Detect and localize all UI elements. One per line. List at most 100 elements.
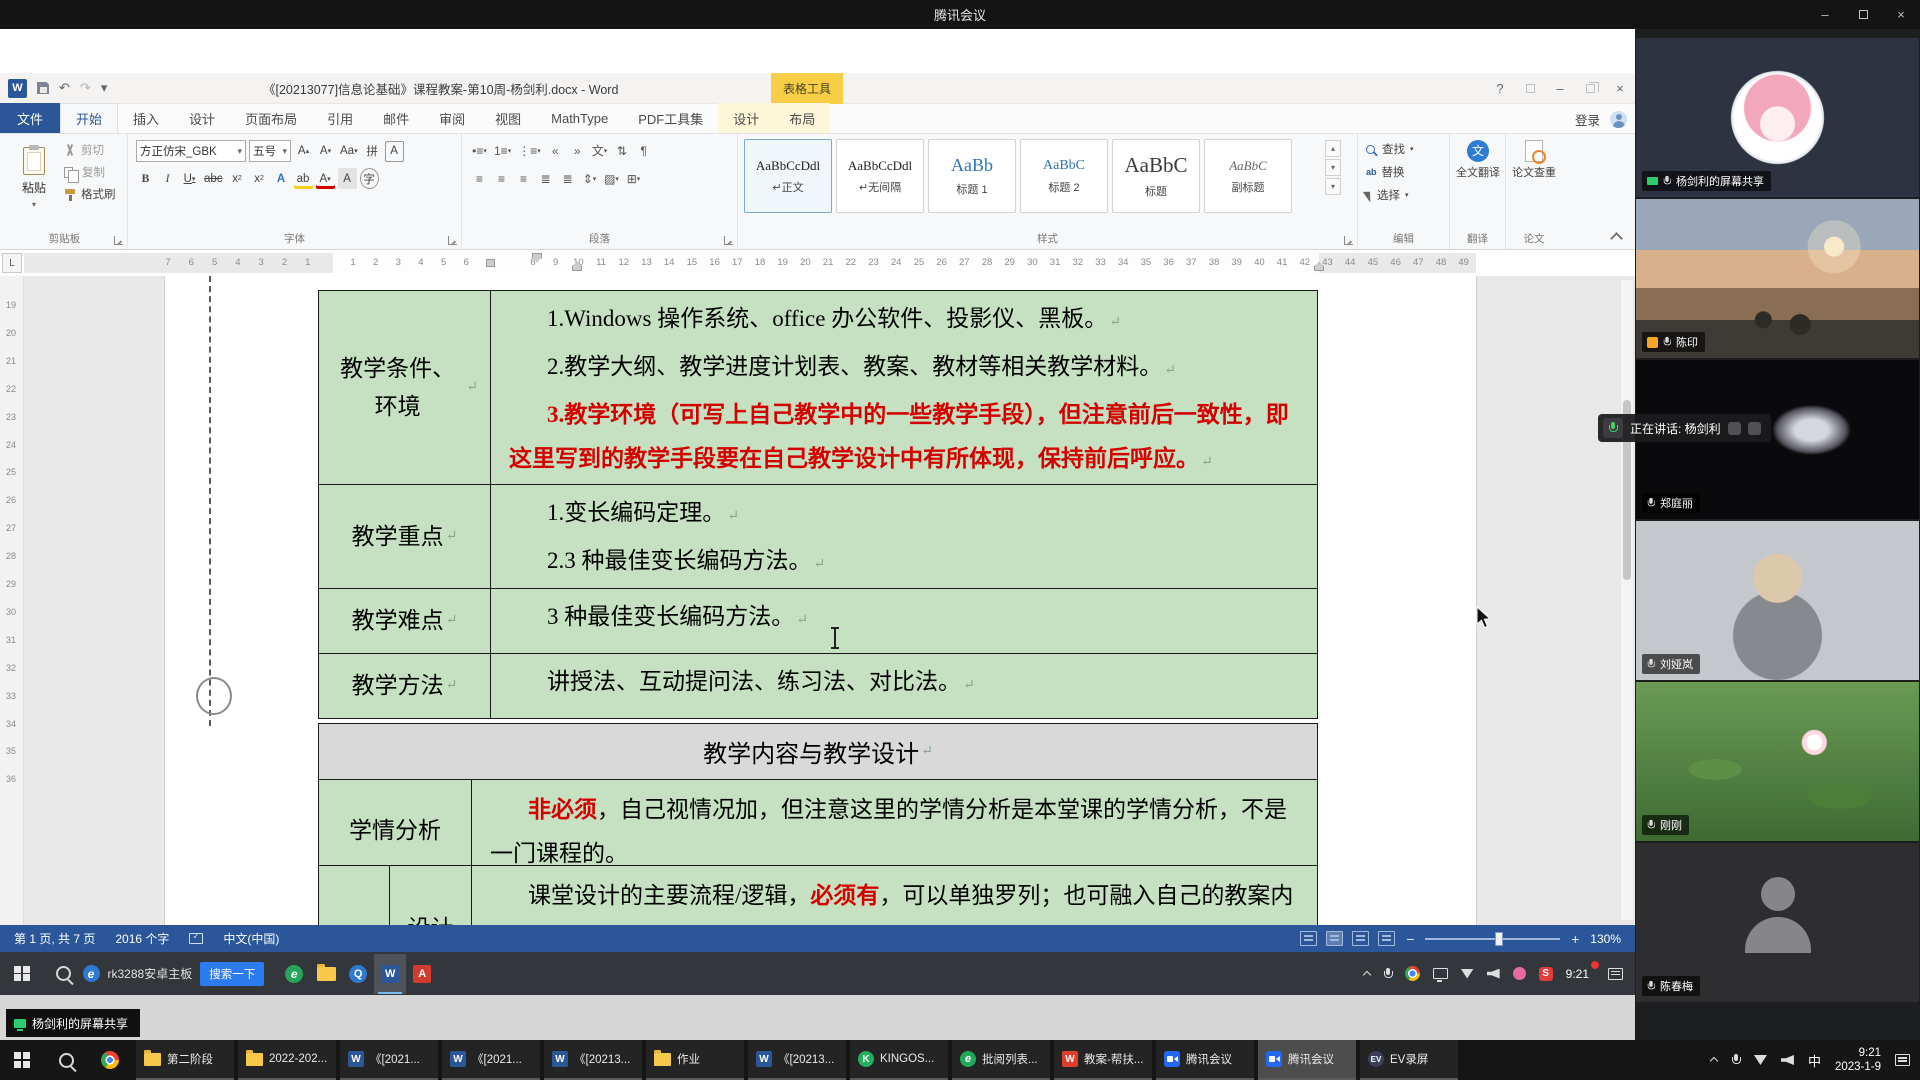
word-minimize-button[interactable]: – [1545,73,1575,104]
taskbar-item[interactable]: 腾讯会议 [1156,1040,1254,1080]
style-item[interactable]: AaBbC标题 2 [1020,139,1108,213]
row-content[interactable]: 1.Windows 操作系统、office 办公软件、投影仪、黑板。2.教学大纲… [491,291,1317,485]
document-page[interactable]: 教学条件、环境1.Windows 操作系统、office 办公软件、投影仪、黑板… [165,276,1476,925]
italic-button[interactable]: I [158,168,177,189]
tray-chevron-icon[interactable] [1710,1056,1718,1064]
ribbon-tab-MathType[interactable]: MathType [536,103,623,133]
account-avatar[interactable] [1610,111,1627,128]
ribbon-tab-审阅[interactable]: 审阅 [424,103,480,133]
language-indicator[interactable]: 中文(中国) [223,930,279,947]
taskbar-item[interactable]: KKINGOS... [850,1040,948,1080]
document-area[interactable]: 192021222324252627282930313233343536 教学条… [0,276,1635,925]
close-button[interactable]: × [1882,0,1920,29]
network-tray-icon[interactable] [1461,969,1474,979]
paste-dropdown-icon[interactable]: ▾ [32,200,36,209]
full-translate-button[interactable]: 文 全文翻译 [1454,140,1502,180]
paper-check-button[interactable]: 论文查重 [1510,140,1558,180]
taskbar-item[interactable]: 作业 [646,1040,744,1080]
ribbon-tab-文件[interactable]: 文件 [0,103,60,133]
paragraph-dialog-launcher[interactable] [724,236,733,245]
find-button[interactable]: 查找▾ [1366,141,1414,157]
remote-start-button[interactable] [14,966,30,982]
gallery-more-icon[interactable]: ▾ [1325,178,1341,195]
multilevel-list-button[interactable]: ⋮≡▾ [516,140,543,161]
doc-paragraph[interactable]: 1.Windows 操作系统、office 办公软件、投影仪、黑板。 [509,297,1299,345]
ie-icon[interactable]: e [83,965,100,982]
decrease-indent-button[interactable]: « [546,140,565,161]
login-button[interactable]: 登录 [1575,110,1600,129]
line-spacing-button[interactable]: ⇕▾ [580,168,599,189]
read-mode-icon[interactable] [1300,931,1317,946]
vertical-scrollbar[interactable] [1621,280,1633,920]
ime-indicator[interactable]: 中 [1808,1051,1821,1070]
horizontal-ruler[interactable]: L 76543211234568910111213141516171819202… [0,250,1635,276]
zoom-slider-thumb[interactable] [1495,932,1503,946]
format-painter-button[interactable]: 格式刷 [64,186,116,202]
save-icon[interactable] [37,82,49,94]
doc-paragraph[interactable]: 课堂设计的主要流程/逻辑，必须有，可以单独罗列；也可融入自己的教案内 [490,874,1299,918]
select-button[interactable]: 选择▾ [1366,187,1414,203]
participant-tile[interactable]: 刘娅岚 [1636,521,1919,680]
ribbon-tab-布局[interactable]: 布局 [774,103,830,133]
character-shading-button[interactable]: A [338,168,357,189]
maximize-button[interactable] [1844,0,1882,29]
remote-search-icon[interactable] [56,966,71,981]
page-indicator[interactable]: 第 1 页, 共 7 页 [14,930,95,947]
tray-mic-icon[interactable] [1732,1054,1740,1066]
replace-button[interactable]: ab替换 [1366,164,1414,180]
app-tray-icon[interactable] [1513,967,1526,980]
doc-paragraph[interactable]: 非必须，自己视情况加，但注意这里的学情分析是本堂课的学情分析，不是一门课程的。 [490,788,1299,876]
ribbon-tab-设计[interactable]: 设计 [174,103,230,133]
redo-icon[interactable]: ↷ [80,80,91,96]
taskbar-item[interactable]: W《[2021... [340,1040,438,1080]
taskbar-item[interactable]: EVEV录屏 [1360,1040,1458,1080]
remote-search-button[interactable]: 搜索一下 [200,962,264,986]
font-color-button[interactable]: A▾ [316,168,335,189]
minimize-button[interactable]: – [1806,0,1844,29]
bullets-button[interactable]: •≡▾ [470,140,489,161]
reaction-icon-2[interactable] [1748,422,1761,435]
phonetic-guide-button[interactable]: 拼 [363,141,382,162]
remote-search-text[interactable]: rk3288安卓主板 [108,965,193,982]
remote-app-word[interactable]: W [374,954,406,994]
distribute-button[interactable]: ≣ [558,168,577,189]
font-size-combo[interactable]: 五号▾ [249,140,291,162]
asian-layout-button[interactable]: 文▾ [590,140,610,161]
ribbon-tab-邮件[interactable]: 邮件 [368,103,424,133]
align-left-button[interactable]: ≡ [470,168,489,189]
font-name-combo[interactable]: 方正仿宋_GBK▾ [136,140,246,162]
taskbar-item[interactable]: W教案-帮扶... [1054,1040,1152,1080]
underline-button[interactable]: U▾ [180,168,199,189]
ribbon-tab-开始[interactable]: 开始 [60,103,118,133]
tab-selector[interactable]: L [2,253,22,273]
web-layout-icon[interactable] [1352,931,1369,946]
remote-clock[interactable]: 9:21 [1566,967,1595,981]
clipboard-dialog-launcher[interactable] [114,236,123,245]
borders-button[interactable]: ⊞▾ [624,168,643,189]
help-button[interactable]: ? [1485,73,1515,104]
remote-app-app-blue[interactable]: Q [342,954,374,994]
gallery-down-icon[interactable]: ▾ [1325,159,1341,176]
doc-paragraph[interactable]: 2.教学大纲、教学进度计划表、教案、教材等相关教学材料。 [509,345,1299,393]
taskbar-item[interactable]: W《[2021... [442,1040,540,1080]
zoom-slider[interactable] [1425,938,1560,940]
focus-mode-icon[interactable] [1378,931,1395,946]
change-case-button[interactable]: Aa▾ [338,141,360,162]
numbering-button[interactable]: 1≡▾ [492,140,513,161]
style-item[interactable]: AaBbCcDdl↵无间隔 [836,139,924,213]
ribbon-tab-引用[interactable]: 引用 [312,103,368,133]
remote-app-browser-green[interactable]: e [278,954,310,994]
doc-paragraph[interactable]: 3.教学环境（可写上自己教学中的一些教学手段），但注意前后一致性，即这里写到的教… [509,393,1299,485]
align-right-button[interactable]: ≡ [514,168,533,189]
style-item[interactable]: AaBbC副标题 [1204,139,1292,213]
taskbar-item[interactable]: W《[20213... [748,1040,846,1080]
word-count[interactable]: 2016 个字 [115,930,169,947]
superscript-button[interactable]: x2 [250,168,269,189]
print-layout-icon[interactable] [1326,931,1343,946]
style-item[interactable]: AaBbC标题 [1112,139,1200,213]
row-content[interactable]: 课堂设计的主要流程/逻辑，必须有，可以单独罗列；也可融入自己的教案内 [472,866,1317,925]
row-content[interactable]: 1.变长编码定理。2.3 种最佳变长编码方法。 [491,485,1317,588]
ribbon-tab-视图[interactable]: 视图 [480,103,536,133]
tray-volume-icon[interactable] [1781,1055,1794,1065]
zoom-level[interactable]: 130% [1590,932,1621,946]
